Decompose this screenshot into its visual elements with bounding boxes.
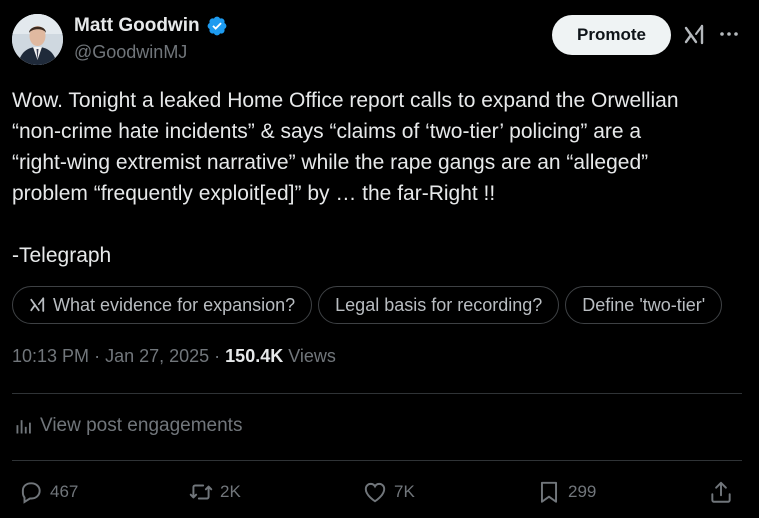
author-name[interactable]: Matt Goodwin — [74, 15, 228, 37]
views-count: 150.4K — [225, 346, 284, 366]
like-button[interactable]: 7K — [362, 479, 415, 505]
grok-icon — [30, 297, 45, 312]
engagements-label: View post engagements — [40, 415, 243, 436]
repost-count: 2K — [220, 482, 241, 501]
reply-count: 467 — [50, 482, 79, 501]
grok-suggestion-label: Legal basis for recording? — [335, 294, 543, 315]
post-meta: 10:13 PM · Jan 27, 2025 · 150.4K Views — [12, 346, 336, 367]
author-handle[interactable]: @GoodwinMJ — [74, 42, 187, 63]
reply-icon — [21, 482, 41, 504]
repost-button[interactable]: 2K — [188, 479, 241, 505]
post-date[interactable]: Jan 27, 2025 — [105, 346, 209, 366]
bookmark-icon — [540, 481, 558, 503]
post-text: Wow. Tonight a leaked Home Office report… — [12, 89, 679, 267]
like-count: 7K — [394, 482, 415, 501]
grok-suggestion-chip[interactable]: Legal basis for recording? — [318, 286, 560, 324]
share-button[interactable] — [708, 479, 734, 505]
divider — [12, 460, 742, 461]
analytics-icon — [16, 420, 31, 434]
author-name-text[interactable]: Matt Goodwin — [74, 15, 200, 37]
like-icon — [364, 482, 386, 503]
post-time[interactable]: 10:13 PM — [12, 346, 89, 366]
grok-suggestion-chip[interactable]: Define 'two-tier' — [565, 286, 723, 324]
views-label: Views — [288, 346, 336, 366]
avatar[interactable] — [12, 14, 63, 65]
grok-suggestions: What evidence for expansion? Legal basis… — [12, 286, 759, 326]
grok-suggestion-label: What evidence for expansion? — [53, 294, 296, 315]
reply-button[interactable]: 467 — [18, 479, 78, 505]
view-engagements-link[interactable]: View post engagements — [14, 415, 242, 437]
share-icon — [711, 481, 731, 503]
bookmark-count: 299 — [568, 482, 597, 501]
verified-badge-icon — [206, 15, 228, 37]
grok-icon[interactable] — [683, 23, 707, 47]
bookmark-button[interactable]: 299 — [536, 479, 596, 505]
promote-button[interactable]: Promote — [552, 15, 671, 55]
divider — [12, 393, 742, 394]
grok-suggestion-label: Define 'two-tier' — [582, 294, 706, 315]
meta-separator: · — [94, 346, 106, 366]
repost-icon — [189, 484, 213, 500]
more-icon[interactable] — [716, 22, 742, 46]
meta-separator: · — [214, 346, 226, 366]
grok-suggestion-chip[interactable]: What evidence for expansion? — [12, 286, 313, 324]
